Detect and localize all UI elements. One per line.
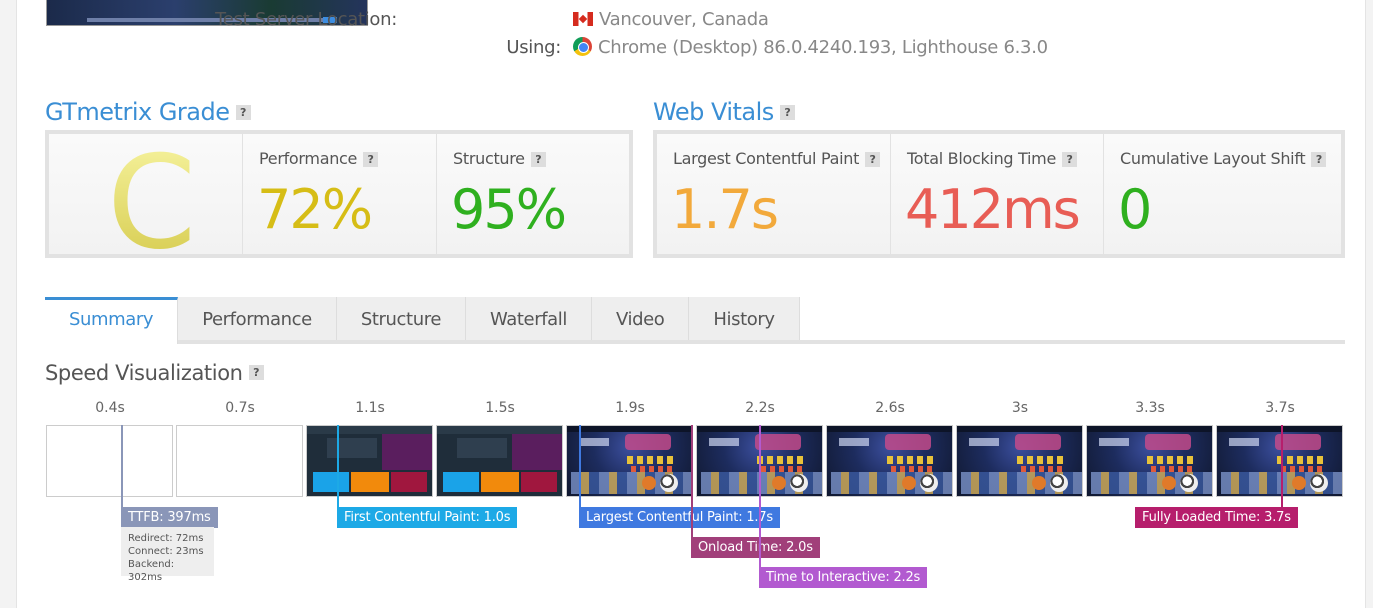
tab-history[interactable]: History: [689, 297, 800, 340]
lcp-marker-label[interactable]: Largest Contentful Paint: 1.7s: [579, 507, 780, 528]
tbt-value: 412ms: [905, 178, 1081, 241]
tab-performance[interactable]: Performance: [178, 297, 337, 340]
page-container: Test Server Location: Vancouver, Canada …: [16, 0, 1366, 608]
server-location-label: Test Server Location:: [215, 9, 397, 30]
server-location-value-wrap: Vancouver, Canada: [573, 9, 769, 30]
filmstrip-frame-partial[interactable]: [306, 425, 433, 497]
ttfb-connect: Connect: 23ms: [128, 546, 204, 557]
structure-help-icon[interactable]: ?: [530, 152, 546, 167]
using-value: Chrome (Desktop) 86.0.4240.193, Lighthou…: [598, 37, 1048, 58]
tti-marker-label[interactable]: Time to Interactive: 2.2s: [759, 567, 928, 588]
structure-label-text: Structure: [453, 149, 525, 168]
filmstrip-frame-blank[interactable]: [176, 425, 303, 497]
performance-label: Performance?: [259, 149, 379, 168]
speed-visualization-title-text: Speed Visualization: [45, 361, 243, 385]
tab-waterfall[interactable]: Waterfall: [466, 297, 592, 340]
ttfb-marker-line: [121, 425, 123, 507]
grade-letter: C: [107, 129, 197, 278]
filmstrip-frame-loaded[interactable]: [826, 425, 953, 497]
canada-flag-icon: [573, 12, 593, 26]
lcp-label-text: Largest Contentful Paint: [673, 149, 860, 168]
using-value-wrap: Chrome (Desktop) 86.0.4240.193, Lighthou…: [573, 37, 1048, 58]
structure-label: Structure?: [453, 149, 546, 168]
fully-loaded-marker-label[interactable]: Fully Loaded Time: 3.7s: [1135, 507, 1298, 528]
structure-value: 95%: [451, 178, 567, 241]
lcp-cell: Largest Contentful Paint? 1.7s: [657, 134, 891, 254]
filmstrip-frame-blank[interactable]: [46, 425, 173, 497]
lcp-label: Largest Contentful Paint?: [673, 149, 881, 168]
filmstrip-frame-loaded[interactable]: [1086, 425, 1213, 497]
fcp-marker-label[interactable]: First Contentful Paint: 1.0s: [337, 507, 518, 528]
cls-cell: Cumulative Layout Shift? 0: [1104, 134, 1341, 254]
using-label: Using:: [506, 37, 561, 58]
performance-help-icon[interactable]: ?: [363, 152, 379, 167]
web-vitals-help-icon[interactable]: ?: [779, 105, 795, 120]
performance-value: 72%: [257, 178, 373, 241]
timeline-tick: 2.6s: [875, 400, 905, 416]
filmstrip-frame-loaded[interactable]: [1216, 425, 1343, 497]
tab-video[interactable]: Video: [591, 297, 690, 340]
cls-label-text: Cumulative Layout Shift: [1120, 149, 1306, 168]
lcp-value: 1.7s: [671, 178, 779, 241]
speed-visualization-title: Speed Visualization?: [45, 361, 264, 385]
ttfb-redirect: Redirect: 72ms: [128, 533, 204, 544]
fcp-marker-line: [337, 425, 339, 507]
gtmetrix-grade-help-icon[interactable]: ?: [235, 105, 251, 120]
timeline-tick: 1.9s: [615, 400, 645, 416]
timeline-tick: 0.4s: [95, 400, 125, 416]
report-tabs: Summary Performance Structure Waterfall …: [45, 297, 1345, 344]
cls-value: 0: [1118, 178, 1152, 241]
ttfb-marker-label[interactable]: TTFB: 397ms: [121, 507, 218, 528]
timeline-tick: 3s: [1011, 400, 1029, 416]
web-vitals-title: Web Vitals?: [653, 98, 795, 126]
performance-cell: Performance? 72%: [243, 134, 437, 254]
tti-marker-line: [759, 425, 761, 567]
gtmetrix-grade-title: GTmetrix Grade?: [45, 98, 251, 126]
server-location-value: Vancouver, Canada: [599, 9, 769, 30]
filmstrip-frame-loaded[interactable]: [566, 425, 693, 497]
timeline-tick: 0.7s: [225, 400, 255, 416]
structure-cell: Structure? 95%: [437, 134, 629, 254]
lcp-help-icon[interactable]: ?: [865, 152, 881, 167]
grade-cell: C: [49, 134, 243, 274]
speed-visualization-help-icon[interactable]: ?: [248, 365, 264, 380]
chrome-icon: [573, 37, 592, 56]
timeline-tick: 3.7s: [1265, 400, 1295, 416]
timeline-tick: 3.3s: [1135, 400, 1165, 416]
web-vitals-title-text: Web Vitals: [653, 98, 774, 126]
filmstrip-frame-partial[interactable]: [436, 425, 563, 497]
tbt-help-icon[interactable]: ?: [1062, 152, 1078, 167]
timeline-tick: 1.1s: [355, 400, 385, 416]
ttfb-backend: Backend: 302ms: [128, 559, 175, 583]
filmstrip-frame-loaded[interactable]: [956, 425, 1083, 497]
onload-marker-line: [691, 425, 693, 537]
cls-help-icon[interactable]: ?: [1311, 152, 1327, 167]
lcp-marker-line: [579, 425, 581, 507]
tab-structure[interactable]: Structure: [336, 297, 466, 340]
page-scrollbar[interactable]: [1366, 0, 1373, 608]
tbt-label-text: Total Blocking Time: [907, 149, 1057, 168]
fully-loaded-marker-line: [1281, 425, 1283, 507]
tbt-cell: Total Blocking Time? 412ms: [891, 134, 1104, 254]
tab-summary[interactable]: Summary: [45, 297, 179, 344]
onload-marker-label[interactable]: Onload Time: 2.0s: [691, 537, 820, 558]
gtmetrix-grade-title-text: GTmetrix Grade: [45, 98, 230, 126]
timeline-tick: 1.5s: [485, 400, 515, 416]
tbt-label: Total Blocking Time?: [907, 149, 1078, 168]
gtmetrix-grade-box: C Performance? 72% Structure? 95%: [45, 130, 633, 274]
ttfb-breakdown: Redirect: 72ms Connect: 23ms Backend: 30…: [121, 527, 214, 583]
timeline-tick: 2.2s: [745, 400, 775, 416]
performance-label-text: Performance: [259, 149, 358, 168]
cls-label: Cumulative Layout Shift?: [1120, 149, 1327, 168]
web-vitals-box: Largest Contentful Paint? 1.7s Total Blo…: [653, 130, 1345, 258]
